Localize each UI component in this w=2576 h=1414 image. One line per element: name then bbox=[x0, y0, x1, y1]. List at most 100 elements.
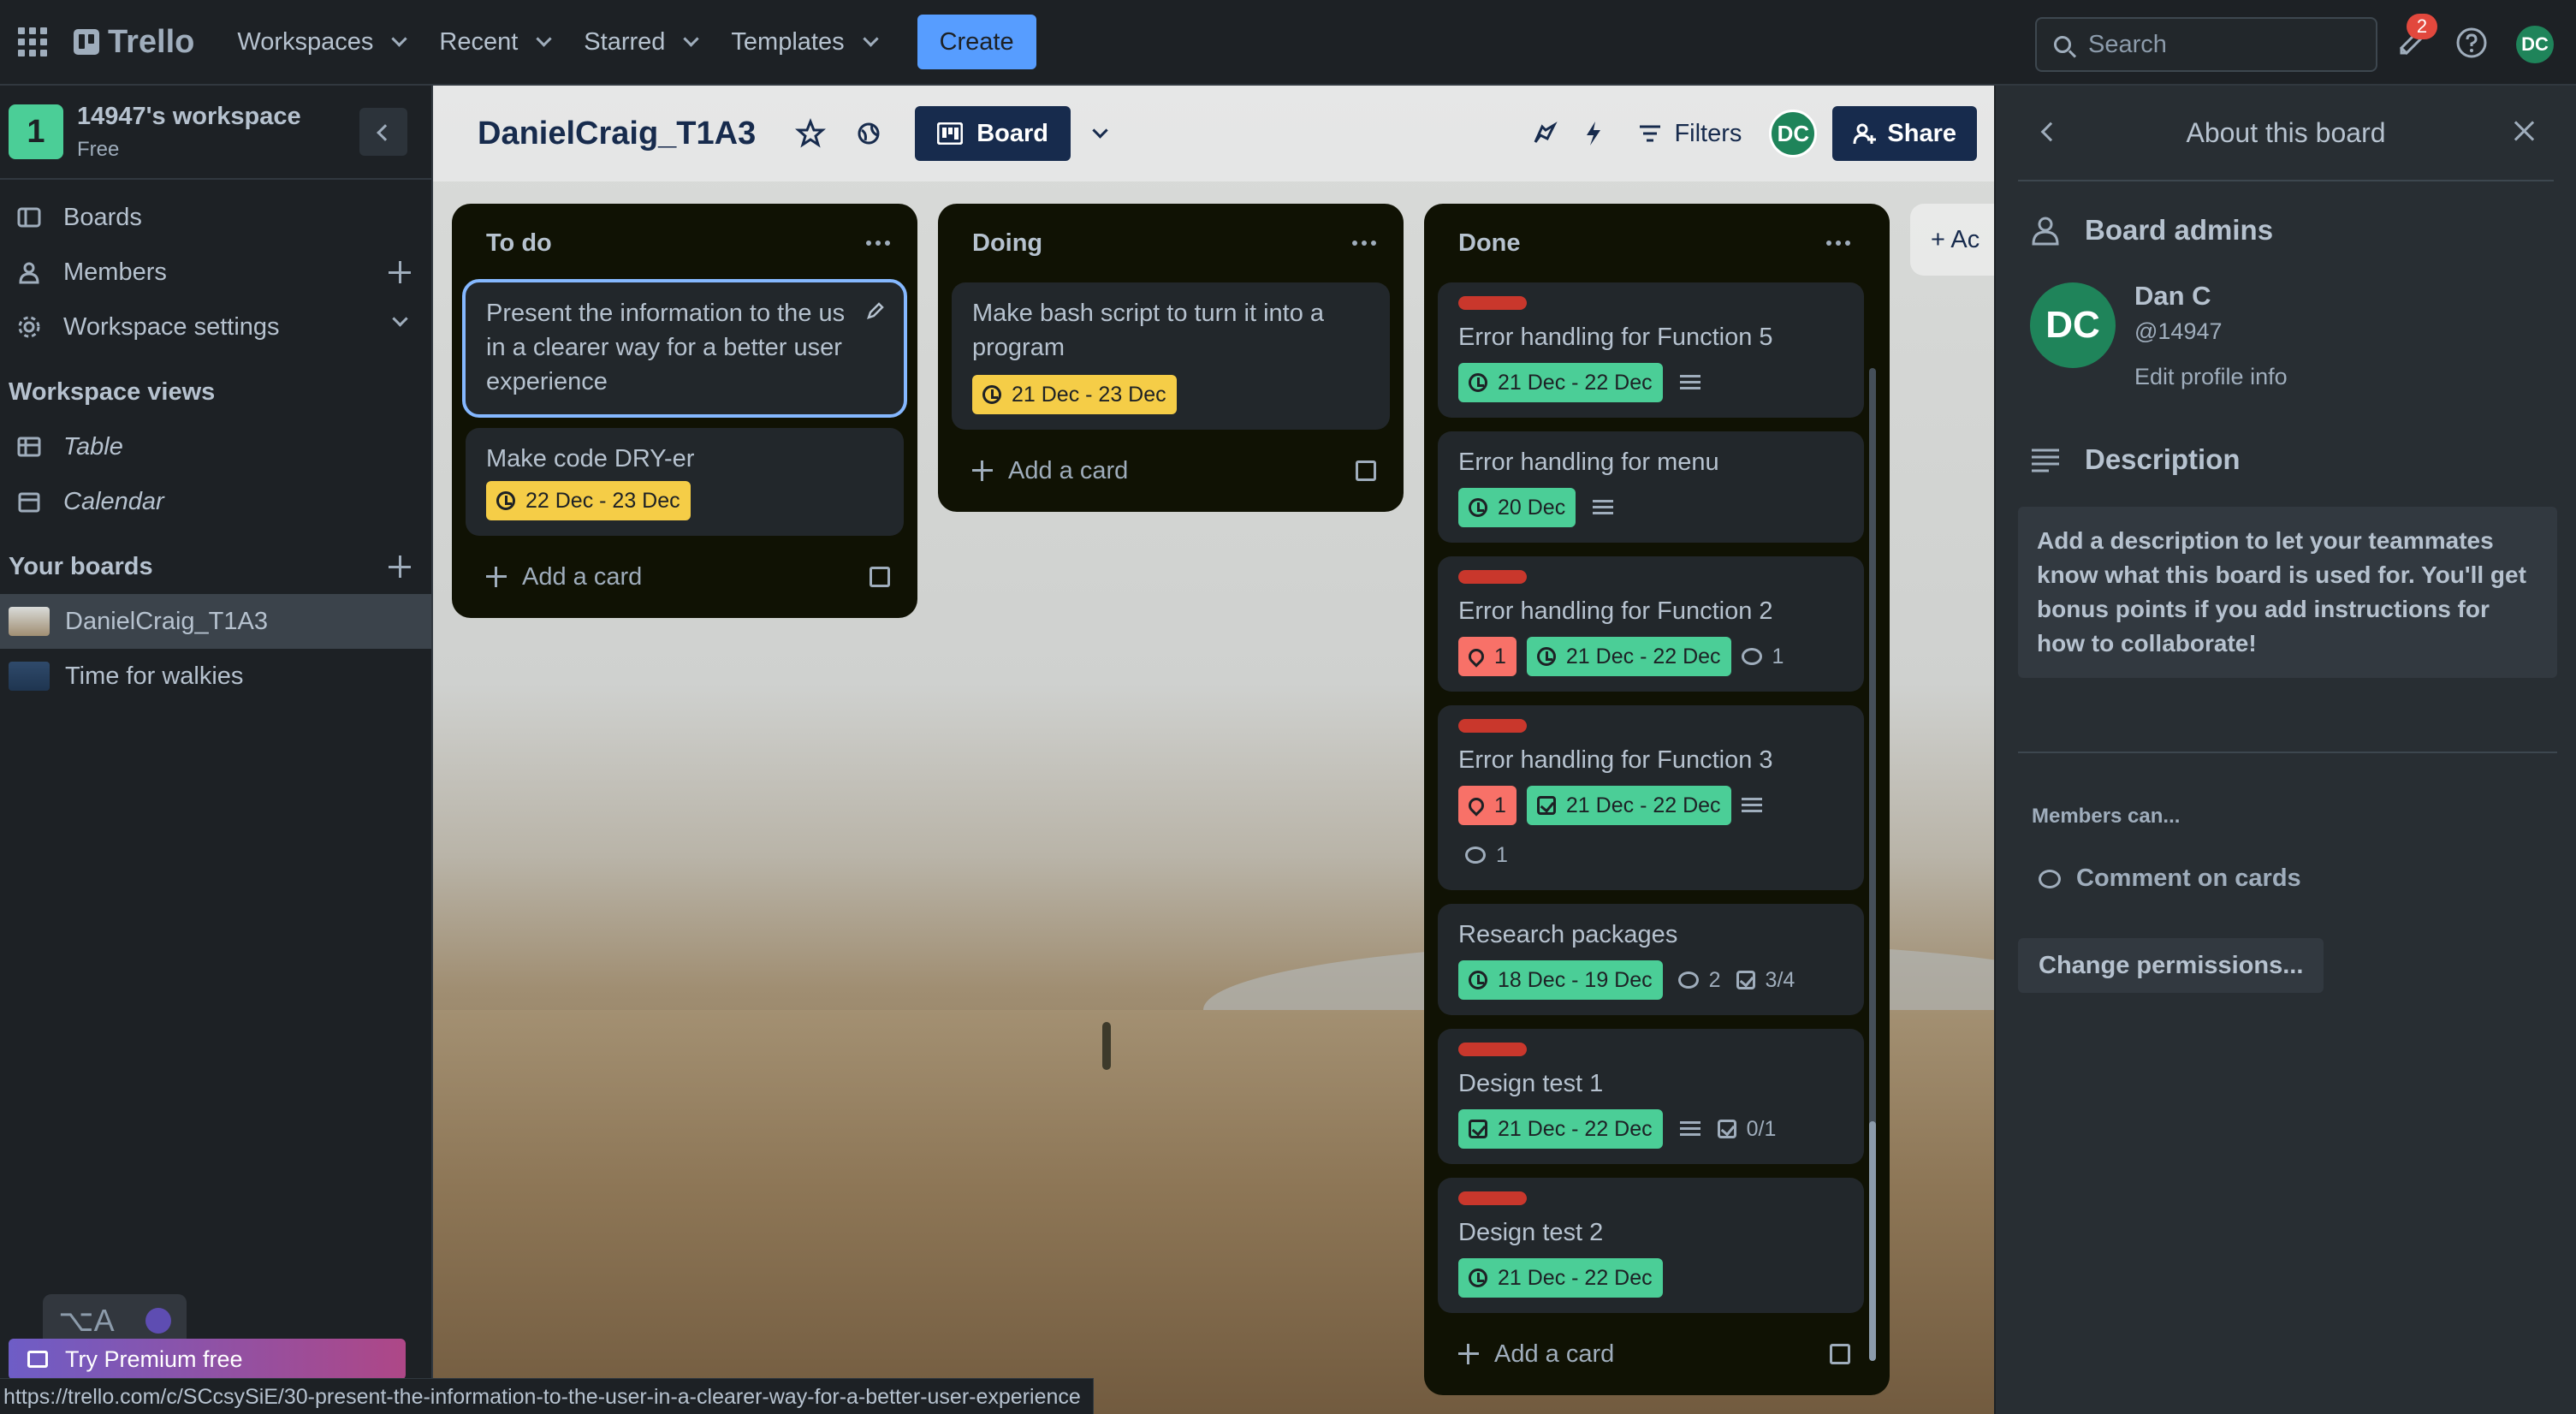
card-template-icon[interactable] bbox=[1356, 460, 1376, 481]
due-date-badge[interactable]: 21 Dec - 22 Dec bbox=[1458, 1258, 1663, 1298]
card[interactable]: Make bash script to turn it into a progr… bbox=[952, 282, 1390, 430]
votes-badge[interactable]: 1 bbox=[1458, 786, 1517, 825]
chevron-down-icon bbox=[391, 30, 408, 47]
sidebar-item-label: Members bbox=[63, 258, 167, 286]
calendar-icon bbox=[18, 492, 40, 513]
card-badges: 21 Dec - 22 Dec bbox=[1458, 363, 1843, 402]
card[interactable]: Present the information to the us in a c… bbox=[462, 279, 907, 418]
card-template-icon[interactable] bbox=[870, 567, 890, 587]
add-card-button[interactable]: Add a card bbox=[1438, 1327, 1864, 1381]
share-button[interactable]: Share bbox=[1832, 106, 1977, 161]
workspace-name[interactable]: 14947's workspace bbox=[77, 103, 301, 131]
filters-button[interactable]: Filters bbox=[1626, 120, 1754, 148]
recent-menu[interactable]: Recent bbox=[422, 15, 567, 69]
card-label-red[interactable] bbox=[1458, 719, 1527, 733]
due-date-complete-badge[interactable]: 21 Dec - 22 Dec bbox=[1458, 1109, 1663, 1149]
sidebar-board-danielcraig[interactable]: DanielCraig_T1A3 bbox=[0, 594, 431, 649]
sidebar-board-time-for-walkies[interactable]: Time for walkies bbox=[0, 649, 431, 704]
help-icon[interactable] bbox=[2454, 26, 2489, 60]
trello-logo-icon bbox=[74, 29, 99, 55]
card-title: Make code DRY-er bbox=[486, 445, 695, 472]
card[interactable]: Error handling for Function 5 21 Dec - 2… bbox=[1438, 282, 1864, 418]
list-menu-icon[interactable] bbox=[1352, 241, 1376, 246]
card-badges: 1 21 Dec - 22 Dec 1 bbox=[1458, 786, 1843, 875]
starred-menu[interactable]: Starred bbox=[567, 15, 714, 69]
user-avatar[interactable]: DC bbox=[2516, 26, 2554, 63]
menu-label: Recent bbox=[439, 27, 519, 56]
collapse-sidebar-button[interactable] bbox=[359, 108, 407, 156]
card-label-red[interactable] bbox=[1458, 1043, 1527, 1056]
create-button[interactable]: Create bbox=[917, 15, 1036, 69]
card[interactable]: Error handling for Function 2 1 21 Dec -… bbox=[1438, 556, 1864, 692]
due-date-badge[interactable]: 21 Dec - 23 Dec bbox=[972, 375, 1177, 414]
trello-logo[interactable]: Trello bbox=[74, 24, 194, 61]
sidebar-item-members[interactable]: Members bbox=[0, 245, 431, 300]
admin-handle: @14947 bbox=[2134, 318, 2223, 344]
due-date-badge[interactable]: 22 Dec - 23 Dec bbox=[486, 481, 691, 520]
sidebar-item-label: Workspace settings bbox=[63, 312, 280, 341]
try-premium-button[interactable]: Try Premium free bbox=[9, 1339, 406, 1380]
add-card-button[interactable]: Add a card bbox=[952, 443, 1390, 498]
workspaces-menu[interactable]: Workspaces bbox=[220, 15, 422, 69]
card-template-icon[interactable] bbox=[1830, 1344, 1850, 1364]
templates-menu[interactable]: Templates bbox=[714, 15, 893, 69]
card-label-red[interactable] bbox=[1458, 1191, 1527, 1205]
description-field[interactable]: Add a description to let your teammates … bbox=[2018, 507, 2557, 678]
due-date-badge[interactable]: 21 Dec - 22 Dec bbox=[1526, 637, 1731, 676]
description-label: Description bbox=[2085, 443, 2241, 475]
list-menu-icon[interactable] bbox=[866, 241, 890, 246]
sidebar-item-boards[interactable]: Boards bbox=[0, 190, 431, 245]
app-switcher-icon[interactable] bbox=[17, 27, 48, 57]
board-view-button[interactable]: Board bbox=[915, 106, 1071, 161]
card-label-red[interactable] bbox=[1458, 570, 1527, 584]
star-icon[interactable] bbox=[790, 113, 831, 154]
close-icon[interactable] bbox=[2511, 118, 2537, 144]
card[interactable]: Error handling for menu 20 Dec bbox=[1438, 431, 1864, 543]
add-another-list-button[interactable]: + Ac bbox=[1910, 204, 1994, 276]
clock-icon bbox=[1469, 373, 1487, 392]
due-date-badge[interactable]: 21 Dec - 22 Dec bbox=[1458, 363, 1663, 402]
edit-pencil-icon[interactable] bbox=[866, 301, 885, 320]
card[interactable]: Research packages 18 Dec - 19 Dec 2 3/4 bbox=[1438, 904, 1864, 1015]
sidebar-item-calendar[interactable]: Calendar bbox=[0, 474, 431, 529]
votes-badge[interactable]: 1 bbox=[1458, 637, 1517, 676]
board-title[interactable]: DanielCraig_T1A3 bbox=[478, 116, 756, 152]
card[interactable]: Design test 2 21 Dec - 22 Dec bbox=[1438, 1178, 1864, 1313]
sidebar-item-table[interactable]: Table bbox=[0, 419, 431, 474]
card[interactable]: Error handling for Function 3 1 21 Dec -… bbox=[1438, 705, 1864, 890]
board-canvas: DanielCraig_T1A3 Board Filters DC Share … bbox=[433, 86, 1994, 1414]
list-title[interactable]: To do bbox=[486, 229, 552, 258]
add-member-icon[interactable] bbox=[389, 261, 411, 283]
board-member-avatar[interactable]: DC bbox=[1769, 110, 1818, 157]
due-date-complete-badge[interactable]: 21 Dec - 22 Dec bbox=[1526, 786, 1731, 825]
globe-visibility-icon[interactable] bbox=[848, 113, 889, 154]
power-ups-icon[interactable] bbox=[1527, 116, 1561, 151]
add-card-label: Add a card bbox=[522, 562, 643, 591]
board-thumbnail bbox=[9, 607, 50, 636]
search-input[interactable]: Search bbox=[2035, 17, 2377, 72]
plus-icon bbox=[486, 567, 507, 587]
due-date-badge[interactable]: 20 Dec bbox=[1458, 488, 1576, 527]
list-title[interactable]: Doing bbox=[972, 229, 1042, 258]
change-permissions-button[interactable]: Change permissions... bbox=[2018, 938, 2324, 993]
card[interactable]: Make code DRY-er 22 Dec - 23 Dec bbox=[466, 428, 904, 536]
board-admins-heading: Board admins bbox=[2030, 214, 2273, 247]
add-board-icon[interactable] bbox=[389, 556, 411, 578]
list-scrollbar-thumb[interactable] bbox=[1869, 1121, 1876, 1361]
admin-avatar[interactable]: DC bbox=[2030, 282, 2116, 368]
list-menu-icon[interactable] bbox=[1826, 241, 1850, 246]
back-icon[interactable] bbox=[2040, 122, 2061, 142]
card[interactable]: Design test 1 21 Dec - 22 Dec 0/1 bbox=[1438, 1029, 1864, 1164]
add-card-button[interactable]: Add a card bbox=[466, 550, 904, 604]
due-date-badge[interactable]: 18 Dec - 19 Dec bbox=[1458, 960, 1663, 1000]
edit-profile-link[interactable]: Edit profile info bbox=[2134, 364, 2288, 390]
chevron-down-icon[interactable] bbox=[392, 311, 408, 327]
automation-icon[interactable] bbox=[1576, 116, 1611, 151]
workspace-logo: 1 bbox=[9, 104, 63, 159]
views-dropdown-icon[interactable] bbox=[1092, 122, 1108, 139]
checklist-count: 0/1 bbox=[1746, 1116, 1777, 1141]
list-done: Done Error handling for Function 5 21 De… bbox=[1424, 204, 1890, 1395]
list-title[interactable]: Done bbox=[1458, 229, 1521, 258]
card-label-red[interactable] bbox=[1458, 296, 1527, 310]
sidebar-item-workspace-settings[interactable]: Workspace settings bbox=[0, 300, 431, 354]
